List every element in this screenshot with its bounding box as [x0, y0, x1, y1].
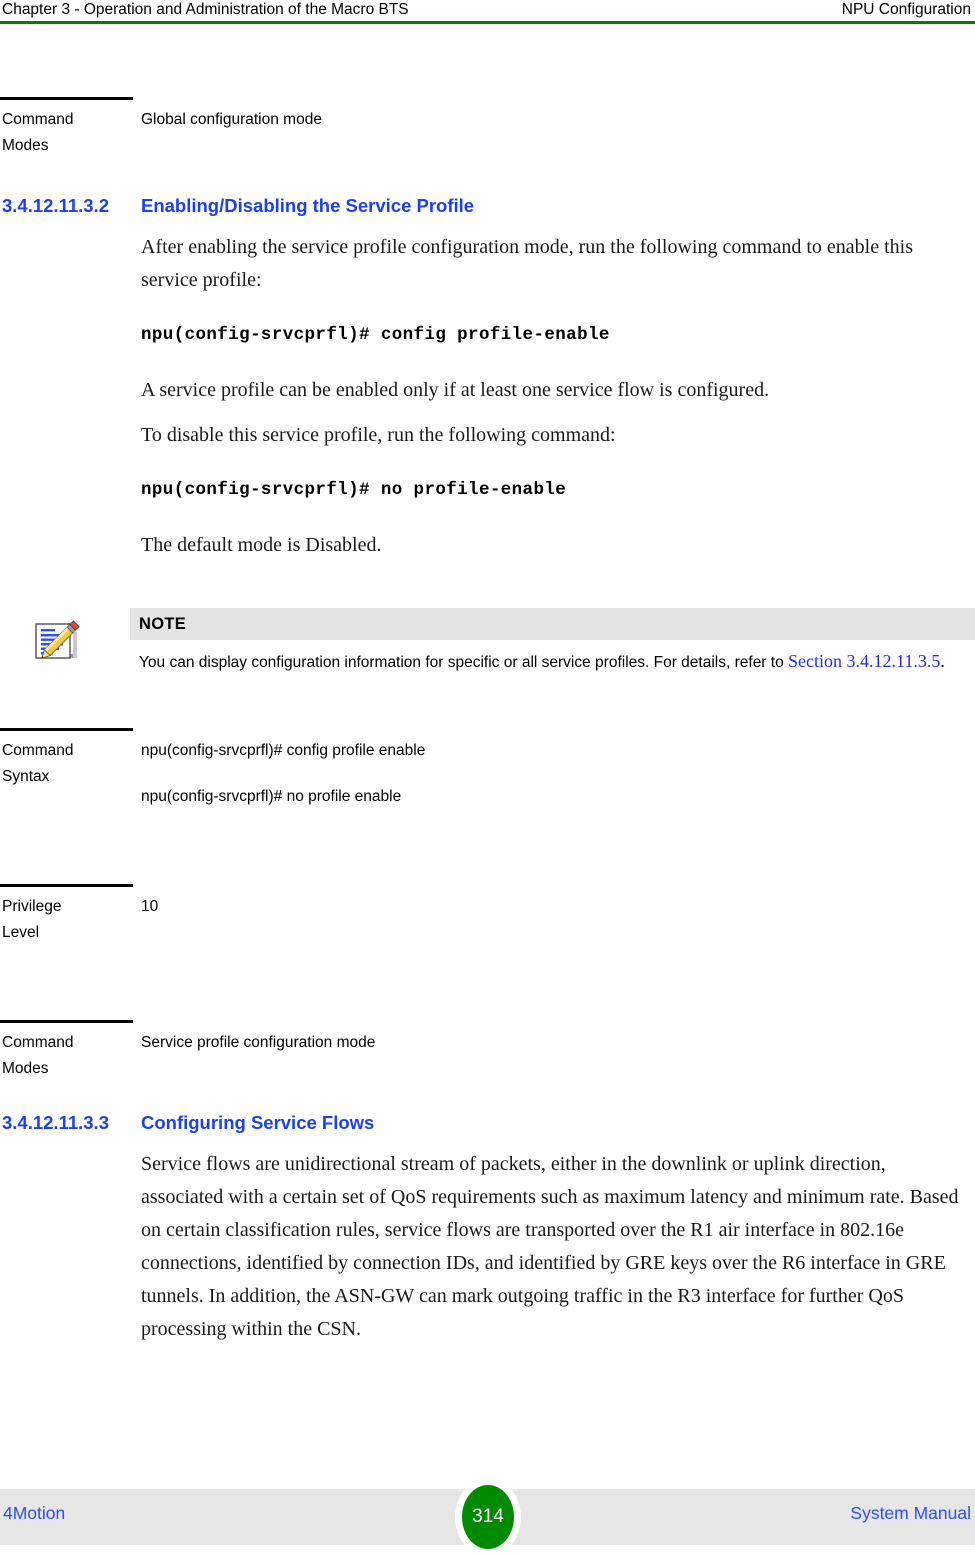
row-label-line-1: Privilege — [2, 898, 62, 915]
note-title: NOTE — [139, 614, 187, 633]
row-label-line-1: Command — [2, 742, 74, 759]
paragraph-default-mode: The default mode is Disabled. — [141, 534, 382, 556]
row-label-line-2: Modes — [2, 1060, 49, 1077]
section-heading-enabling-disabling: 3.4.12.11.3.2 Enabling/Disabling the Ser… — [0, 195, 975, 217]
note-icon-cell — [0, 608, 130, 670]
row-label-line-1: Command — [2, 111, 74, 128]
command-modes-table-top: Command Modes Global configuration mode — [0, 97, 975, 159]
section-number: 3.4.12.11.3.3 — [2, 1112, 109, 1133]
row-value-text: Global configuration mode — [141, 111, 322, 128]
header-section-title: NPU Configuration — [841, 1, 971, 18]
command-modes-table: Command Modes Service profile configurat… — [0, 1020, 975, 1082]
note-text-trailing: . — [940, 651, 945, 671]
row-value-command-modes: Global configuration mode — [133, 100, 975, 133]
table-row: Command Modes Service profile configurat… — [0, 1023, 975, 1082]
table-row: Command Syntax npu(config-srvcprfl)# con… — [0, 731, 975, 810]
note-title-bar: NOTE — [130, 608, 975, 640]
page-number-badge: 314 — [462, 1485, 514, 1549]
table-row: Privilege Level 10 — [0, 887, 975, 946]
row-label-line-2: Level — [2, 924, 40, 941]
footer-document-name[interactable]: System Manual — [850, 1503, 971, 1524]
row-value-command-syntax: npu(config-srvcprfl)# config profile ena… — [133, 731, 975, 810]
page-running-header: Chapter 3 - Operation and Administration… — [0, 0, 975, 24]
code-line-no-profile-enable: npu(config-srvcprfl)# no profile-enable — [141, 480, 567, 500]
note-text: You can display configuration informatio… — [130, 640, 975, 675]
section-title: Enabling/Disabling the Service Profile — [141, 195, 475, 216]
row-label-line-2: Modes — [2, 137, 49, 154]
row-label-command-modes: Command Modes — [0, 1023, 133, 1082]
note-body-cell: NOTE You can display configuration infor… — [130, 608, 975, 675]
footer-product-name[interactable]: 4Motion — [3, 1503, 65, 1524]
row-label-command-modes: Command Modes — [0, 100, 133, 159]
section-number: 3.4.12.11.3.2 — [2, 195, 109, 216]
section-body-service-flows: Service flows are unidirectional stream … — [141, 1148, 971, 1346]
row-label-privilege-level: Privilege Level — [0, 887, 133, 946]
section-heading-configuring-service-flows: 3.4.12.11.3.3 Configuring Service Flows — [0, 1112, 975, 1134]
row-label-command-syntax: Command Syntax — [0, 731, 133, 790]
row-value-privilege-level: 10 — [133, 887, 975, 920]
row-value-command-modes: Service profile configuration mode — [133, 1023, 975, 1056]
paragraph-min-service-flow: A service profile can be enabled only if… — [141, 379, 770, 401]
page-running-footer: 4Motion 314 System Manual — [0, 1478, 975, 1556]
section-body-enabling: After enabling the service profile confi… — [141, 231, 971, 562]
row-label-line-2: Syntax — [2, 768, 50, 785]
command-syntax-table: Command Syntax npu(config-srvcprfl)# con… — [0, 728, 975, 810]
paragraph-intro: After enabling the service profile confi… — [141, 236, 913, 291]
page-content: Command Modes Global configuration mode … — [0, 24, 975, 1346]
syntax-line-2: npu(config-srvcprfl)# no profile enable — [141, 788, 402, 805]
row-label-line-1: Command — [2, 1034, 74, 1051]
note-pencil-icon — [28, 614, 84, 670]
code-line-config-profile-enable: npu(config-srvcprfl)# config profile-ena… — [141, 325, 610, 345]
page-number: 314 — [472, 1506, 504, 1527]
header-chapter-title: Chapter 3 - Operation and Administration… — [2, 1, 409, 18]
note-callout: NOTE You can display configuration infor… — [0, 608, 975, 675]
paragraph-service-flows: Service flows are unidirectional stream … — [141, 1153, 959, 1340]
paragraph-disable-intro: To disable this service profile, run the… — [141, 424, 616, 446]
command-modes-value: Service profile configuration mode — [141, 1034, 376, 1051]
table-row: Command Modes Global configuration mode — [0, 100, 975, 159]
privilege-level-value: 10 — [141, 898, 159, 915]
section-title: Configuring Service Flows — [141, 1112, 375, 1133]
privilege-level-table: Privilege Level 10 — [0, 884, 975, 946]
note-text-body: You can display configuration informatio… — [139, 654, 789, 671]
syntax-line-1: npu(config-srvcprfl)# config profile ena… — [141, 742, 426, 759]
note-cross-reference-link[interactable]: Section 3.4.12.11.3.5 — [788, 651, 940, 671]
